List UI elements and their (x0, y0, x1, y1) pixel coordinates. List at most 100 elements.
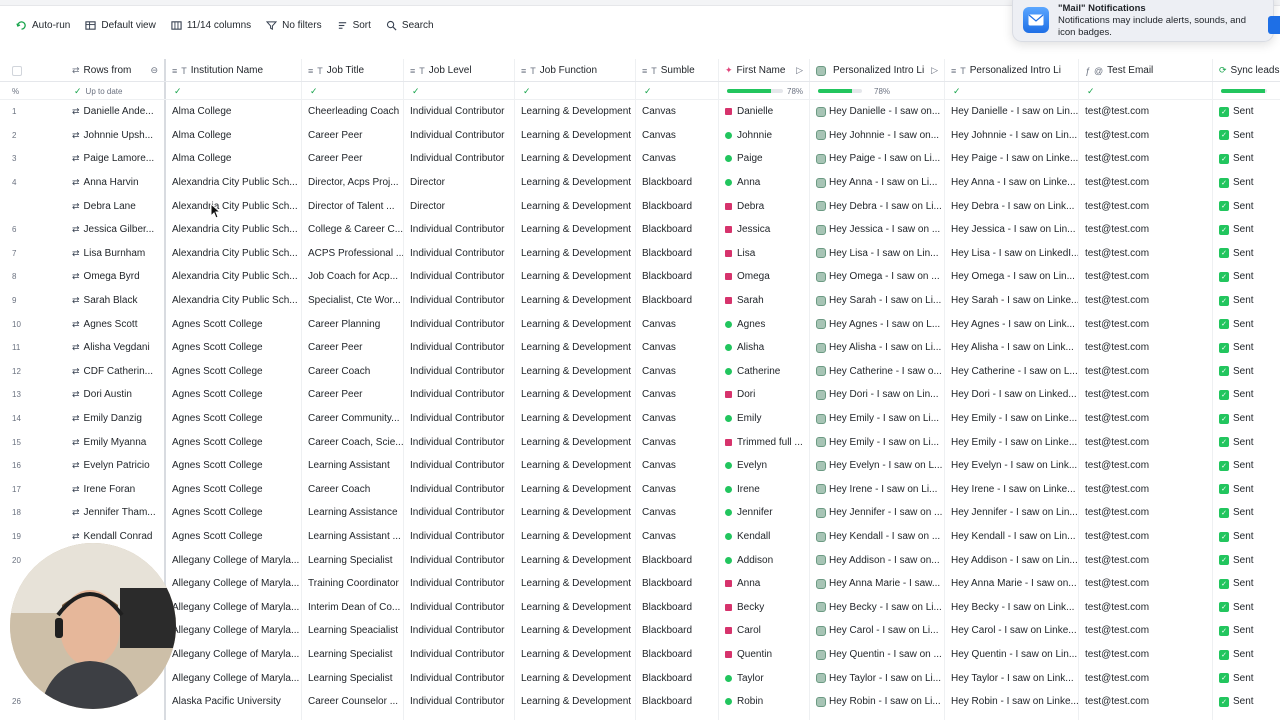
cell-sumble[interactable]: Blackboard (636, 572, 718, 596)
cell-intro-1[interactable]: Hey Sarah - I saw on Li... (810, 289, 944, 313)
cell-intro-2[interactable]: Hey Lisa - I saw on LinkedI... (945, 242, 1078, 266)
table-row[interactable]: 11 ⇄ Alisha Vegdani Agnes Scott College Care… (0, 336, 1280, 360)
cell-job-level[interactable]: Individual Contributor (404, 100, 514, 124)
cell-sumble[interactable]: Blackboard (636, 242, 718, 266)
cell-institution[interactable]: Alma College (166, 124, 301, 148)
cell-test-email[interactable]: test@test.com (1079, 478, 1212, 502)
cell-job-title[interactable]: Career Peer (302, 336, 403, 360)
column-header-institution[interactable]: ≡ T Institution Name (166, 59, 301, 82)
cell-sync-leads[interactable]: ✓ Sent (1213, 572, 1280, 596)
cell-sync-leads[interactable]: ✓ Sent (1213, 312, 1280, 336)
cell-sumble[interactable]: Canvas (636, 525, 718, 549)
select-all-checkbox[interactable] (6, 59, 30, 82)
table-row[interactable]: 19 ⇄ Kendall Conrad Agnes Scott College Lear… (0, 525, 1280, 549)
cell-job-function[interactable]: Learning & Development (515, 312, 635, 336)
cell-job-function[interactable]: Learning & Development (515, 666, 635, 690)
cell-rows-from[interactable]: ⇄ Sarah Black (66, 289, 164, 313)
column-header-first-name[interactable]: ✦ First Name ▷ (719, 59, 809, 82)
cell-sumble[interactable]: Blackboard (636, 690, 718, 714)
cell-job-level[interactable]: Individual Contributor (404, 690, 514, 714)
table-row[interactable]: 7 ⇄ Lisa Burnham Alexandria City Public Sch… (0, 242, 1280, 266)
cell-job-level[interactable]: Individual Contributor (404, 242, 514, 266)
cell-job-title[interactable]: Career Community... (302, 407, 403, 431)
cell-sumble[interactable]: Canvas (636, 147, 718, 171)
cell-job-level[interactable]: Individual Contributor (404, 430, 514, 454)
cell-job-level[interactable]: Individual Contributor (404, 454, 514, 478)
cell-job-title[interactable]: Career Peer (302, 383, 403, 407)
cell-institution[interactable]: Agnes Scott College (166, 360, 301, 384)
run-icon[interactable]: ▷ (796, 65, 803, 76)
cell-intro-1[interactable]: Hey Emily - I saw on Li... (810, 430, 944, 454)
column-header-intro-2[interactable]: ≡ T Personalized Intro Li (945, 59, 1078, 82)
cell-institution[interactable]: Agnes Scott College (166, 336, 301, 360)
cell-rows-from[interactable]: ⇄ Agnes Scott (66, 312, 164, 336)
cell-job-function[interactable]: Learning & Development (515, 100, 635, 124)
cell-job-function[interactable]: Learning & Development (515, 501, 635, 525)
cell-intro-1[interactable]: Hey Evelyn - I saw on L... (810, 454, 944, 478)
cell-first-name[interactable]: Dori (719, 383, 809, 407)
cell-job-title[interactable]: Interim Dean of Co... (302, 596, 403, 620)
cell-job-title[interactable]: Learning Assistance (302, 501, 403, 525)
table-row[interactable]: 2 ⇄ Johnnie Upsh... Alma College Career Peer… (0, 124, 1280, 148)
column-header-rows-from[interactable]: ⇄ Rows from ⊖ (66, 59, 164, 82)
cell-test-email[interactable]: test@test.com (1079, 171, 1212, 195)
cell-job-level[interactable]: Individual Contributor (404, 336, 514, 360)
cell-first-name[interactable]: Becky (719, 596, 809, 620)
cell-test-email[interactable]: test@test.com (1079, 548, 1212, 572)
table-row[interactable]: 12 ⇄ CDF Catherin... Agnes Scott College Car… (0, 360, 1280, 384)
cell-sync-leads[interactable]: ✓ Sent (1213, 289, 1280, 313)
column-header-job-title[interactable]: ≡ T Job Title (302, 59, 403, 82)
cell-intro-1[interactable]: Hey Irene - I saw on Li... (810, 478, 944, 502)
cell-first-name[interactable]: Irene (719, 478, 809, 502)
cell-job-function[interactable]: Learning & Development (515, 265, 635, 289)
cell-job-function[interactable]: Learning & Development (515, 407, 635, 431)
cell-intro-2[interactable]: Hey Danielle - I saw on Lin... (945, 100, 1078, 124)
autorun-button[interactable]: Auto-run (16, 13, 79, 37)
cell-first-name[interactable]: Kendall (719, 525, 809, 549)
cell-sync-leads[interactable]: ✓ Sent (1213, 336, 1280, 360)
cell-sync-leads[interactable]: ✓ Sent (1213, 360, 1280, 384)
cell-job-level[interactable]: Individual Contributor (404, 147, 514, 171)
cell-rows-from[interactable]: ⇄ Alisha Vegdani (66, 336, 164, 360)
cell-job-level[interactable]: Individual Contributor (404, 643, 514, 667)
column-header-sync-leads[interactable]: ⟳ Sync leads (1213, 59, 1280, 82)
cell-job-title[interactable]: Director of Talent ... (302, 194, 403, 218)
cell-job-function[interactable]: Learning & Development (515, 360, 635, 384)
filters-button[interactable]: No filters (266, 13, 330, 37)
cell-job-title[interactable]: Learning Assistant ... (302, 525, 403, 549)
table-row[interactable]: 17 ⇄ Irene Foran Agnes Scott College Career … (0, 478, 1280, 502)
cell-job-level[interactable]: Individual Contributor (404, 360, 514, 384)
table-row[interactable]: 1 ⇄ Danielle Ande... Alma College Cheerleadi… (0, 100, 1280, 124)
cell-intro-2[interactable]: Hey Jennifer - I saw on Lin... (945, 501, 1078, 525)
cell-job-level[interactable]: Director (404, 171, 514, 195)
cell-job-title[interactable]: Learning Speacialist (302, 619, 403, 643)
cell-intro-2[interactable]: Hey Debra - I saw on Link... (945, 194, 1078, 218)
cell-job-function[interactable]: Learning & Development (515, 336, 635, 360)
table-row[interactable]: ⇄Allegany College of Maryla...Learning S… (0, 666, 1280, 690)
cell-rows-from[interactable]: ⇄ Emily Myanna (66, 430, 164, 454)
cell-sync-leads[interactable]: ✓ Sent (1213, 454, 1280, 478)
cell-job-level[interactable]: Individual Contributor (404, 548, 514, 572)
cell-test-email[interactable]: test@test.com (1079, 572, 1212, 596)
cell-sync-leads[interactable]: ✓ Sent (1213, 407, 1280, 431)
cell-intro-2[interactable]: Hey Paige - I saw on Linke... (945, 147, 1078, 171)
cell-job-level[interactable]: Individual Contributor (404, 407, 514, 431)
table-row[interactable]: 16 ⇄ Evelyn Patricio Agnes Scott College Lea… (0, 454, 1280, 478)
cell-rows-from[interactable]: ⇄ Anna Harvin (66, 171, 164, 195)
table-row[interactable]: 20⇄Allegany College of Maryla...Learning… (0, 548, 1280, 572)
cell-sumble[interactable]: Blackboard (636, 289, 718, 313)
table-row[interactable]: ⇄Allegany College of Maryla...Interim De… (0, 596, 1280, 620)
cell-job-level[interactable]: Individual Contributor (404, 619, 514, 643)
cell-sumble[interactable]: Canvas (636, 383, 718, 407)
cell-rows-from[interactable]: ⇄ CDF Catherin... (66, 360, 164, 384)
cell-job-function[interactable]: Learning & Development (515, 194, 635, 218)
cell-first-name[interactable]: Anna (719, 572, 809, 596)
cell-job-function[interactable]: Learning & Development (515, 242, 635, 266)
cell-test-email[interactable]: test@test.com (1079, 596, 1212, 620)
cell-job-level[interactable]: Individual Contributor (404, 289, 514, 313)
cell-job-title[interactable]: Learning Specialist (302, 666, 403, 690)
cell-job-function[interactable]: Learning & Development (515, 147, 635, 171)
cell-sync-leads[interactable]: ✓ Sent (1213, 643, 1280, 667)
cell-sumble[interactable]: Blackboard (636, 171, 718, 195)
cell-job-function[interactable]: Learning & Development (515, 525, 635, 549)
